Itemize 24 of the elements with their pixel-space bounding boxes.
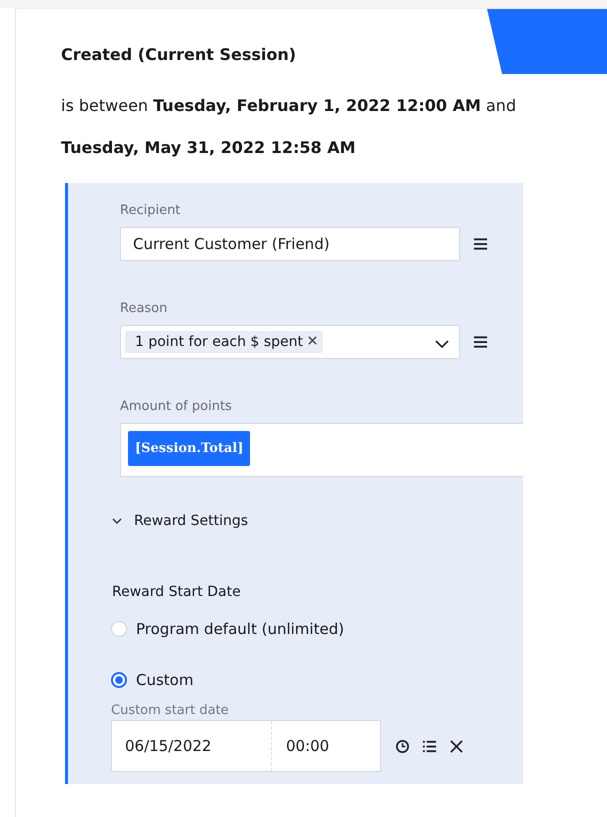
radio-button[interactable] [111, 672, 127, 688]
clock-icon[interactable] [395, 738, 410, 754]
recipient-field[interactable]: Current Customer (Friend) [120, 227, 460, 261]
amount-field[interactable]: [Session.Total] [120, 423, 523, 477]
field-label: Recipient [120, 203, 182, 218]
menu-icon[interactable] [473, 237, 488, 251]
tag-text: 1 point for each $ spent [135, 334, 303, 350]
reason-select[interactable]: 1 point for each $ spent [120, 325, 460, 359]
menu-icon[interactable] [473, 335, 488, 349]
field-label: Reason [120, 301, 168, 316]
field-label: Amount of points [120, 399, 233, 414]
close-icon[interactable] [449, 738, 464, 754]
remove-icon[interactable] [308, 336, 317, 345]
radio-label: Custom [136, 671, 194, 689]
token-chip: [Session.Total] [128, 431, 250, 466]
radio-label: Program default (unlimited) [136, 620, 344, 638]
condition-text: is between Tuesday, February 1, 2022 12:00 AM and Tuesday, May 31, 2022 12:58 AM [61, 95, 518, 159]
chevron-down-icon [112, 516, 122, 526]
condition-field: Created (Current Session) [61, 45, 607, 85]
chevron-down-icon[interactable] [435, 340, 449, 348]
section-toggle[interactable]: Reward Settings [112, 513, 248, 529]
field-label: Custom start date [111, 703, 230, 718]
section-label: Reward Start Date [112, 584, 242, 600]
list-icon[interactable] [422, 738, 437, 754]
